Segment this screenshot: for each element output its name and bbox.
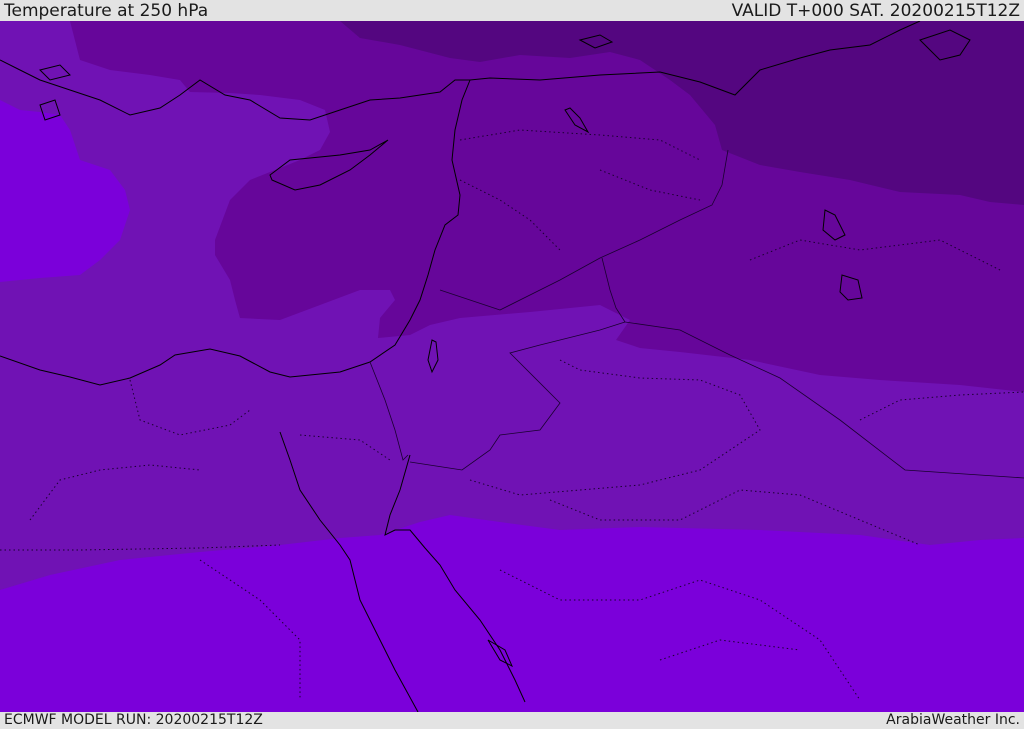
footer-bar: ECMWF MODEL RUN: 20200215T12Z ArabiaWeat… — [0, 712, 1024, 729]
temperature-map — [0, 21, 1024, 712]
valid-time-label: VALID T+000 SAT. 20200215T12Z — [731, 1, 1020, 21]
header-bar: Temperature at 250 hPa VALID T+000 SAT. … — [0, 0, 1024, 21]
map-title: Temperature at 250 hPa — [4, 1, 209, 21]
model-run-label: ECMWF MODEL RUN: 20200215T12Z — [4, 712, 263, 728]
credit-label: ArabiaWeather Inc. — [886, 712, 1020, 728]
